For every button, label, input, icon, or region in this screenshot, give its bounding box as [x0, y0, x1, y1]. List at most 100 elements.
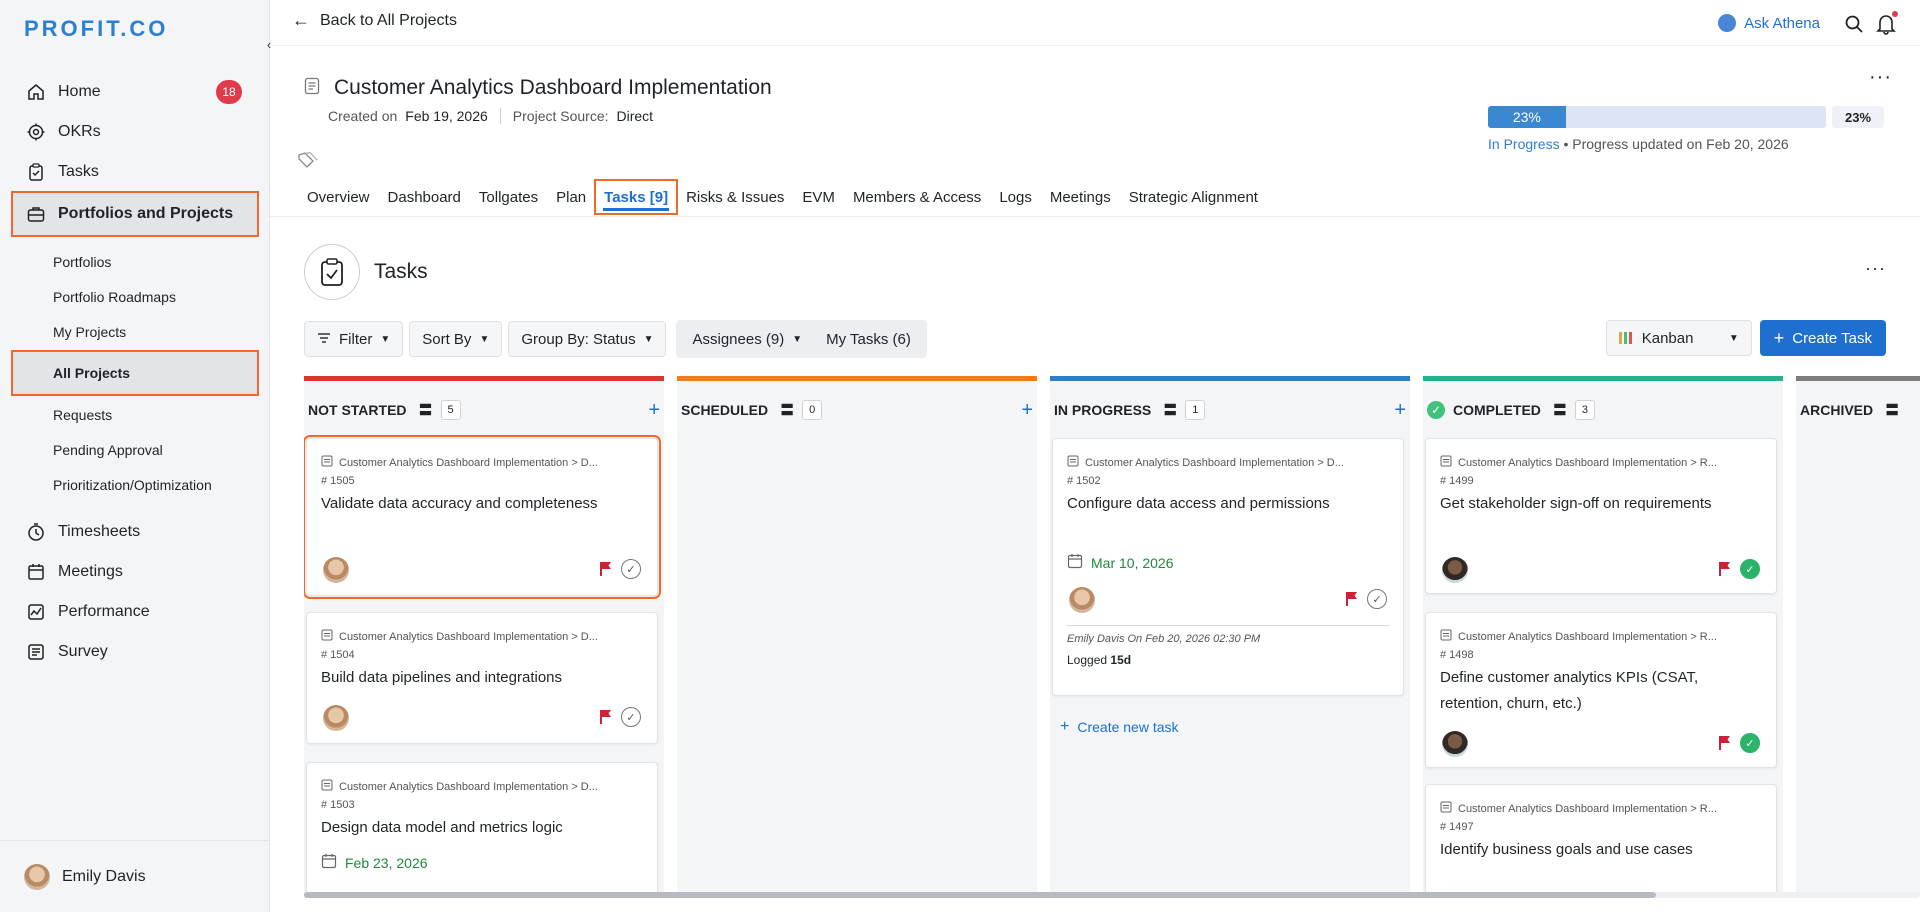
sidebar-item-okrs[interactable]: OKRs: [12, 112, 258, 152]
flag-icon[interactable]: [1718, 735, 1732, 755]
assignee-avatar[interactable]: [1442, 731, 1468, 757]
drag-handle-icon[interactable]: 〓: [1553, 400, 1567, 420]
tasks-more-icon[interactable]: ···: [1865, 258, 1886, 279]
flag-icon[interactable]: [599, 709, 613, 729]
view-label: Kanban: [1641, 329, 1694, 347]
sidebar-subitem-my-projects[interactable]: My Projects: [12, 314, 258, 349]
task-card[interactable]: Customer Analytics Dashboard Implementat…: [1425, 438, 1777, 594]
add-task-icon[interactable]: +: [648, 399, 660, 422]
completed-check-icon[interactable]: ✓: [1740, 733, 1760, 753]
task-card[interactable]: Customer Analytics Dashboard Implementat…: [306, 762, 658, 896]
task-card[interactable]: Customer Analytics Dashboard Implementat…: [304, 435, 661, 599]
kanban-icon: [1618, 332, 1632, 344]
group-by-button[interactable]: Group By: Status ▼: [508, 321, 667, 357]
my-tasks-button[interactable]: My Tasks (6): [814, 324, 923, 354]
task-number: # 1503: [321, 799, 355, 811]
tab-risks-issues[interactable]: Risks & Issues: [677, 180, 793, 214]
drag-handle-icon[interactable]: 〓: [1163, 400, 1177, 420]
completed-check-icon[interactable]: ✓: [1740, 559, 1760, 579]
sidebar-item-tasks[interactable]: Tasks: [12, 152, 258, 192]
task-path: Customer Analytics Dashboard Implementat…: [321, 455, 641, 470]
complete-check-icon[interactable]: ✓: [621, 559, 641, 579]
drag-handle-icon[interactable]: 〓: [419, 400, 433, 420]
add-task-icon[interactable]: +: [1021, 399, 1033, 422]
tab-strategic-alignment[interactable]: Strategic Alignment: [1120, 180, 1267, 214]
notification-badge: 18: [216, 80, 242, 104]
tag-icon[interactable]: [298, 151, 318, 172]
back-to-projects-link[interactable]: ← Back to All Projects: [292, 10, 457, 31]
horizontal-scrollbar[interactable]: [304, 892, 1920, 898]
complete-check-icon[interactable]: ✓: [1367, 589, 1387, 609]
task-card[interactable]: Customer Analytics Dashboard Implementat…: [306, 612, 658, 744]
assignee-avatar[interactable]: [1069, 587, 1095, 613]
tabs-divider: [270, 216, 1920, 217]
tab-plan[interactable]: Plan: [547, 180, 595, 214]
task-number: # 1505: [321, 475, 355, 487]
user-profile[interactable]: Emily Davis: [0, 840, 270, 912]
add-task-icon[interactable]: +: [1394, 399, 1406, 422]
sidebar-subitem-pending-approval[interactable]: Pending Approval: [12, 432, 258, 467]
sidebar-item-meetings[interactable]: Meetings: [12, 552, 258, 592]
sidebar-subitem-portfolios[interactable]: Portfolios: [12, 244, 258, 279]
tab-meetings[interactable]: Meetings: [1041, 180, 1120, 214]
task-title[interactable]: Validate data accuracy and completeness: [321, 491, 641, 517]
create-task-label: Create Task: [1792, 329, 1872, 347]
task-title[interactable]: Configure data access and permissions: [1067, 491, 1387, 517]
create-new-task-link[interactable]: + Create new task: [1060, 718, 1179, 736]
sidebar-subitem-all-projects[interactable]: All Projects: [11, 350, 259, 396]
project-header: Customer Analytics Dashboard Implementat…: [304, 76, 772, 100]
assignee-avatar[interactable]: [323, 705, 349, 731]
complete-check-icon[interactable]: ✓: [621, 707, 641, 727]
tab-tasks[interactable]: Tasks [9]: [594, 179, 679, 215]
task-card[interactable]: Customer Analytics Dashboard Implementat…: [1052, 438, 1404, 696]
assignee-avatar[interactable]: [323, 557, 349, 583]
search-icon[interactable]: [1844, 14, 1864, 34]
task-title[interactable]: Get stakeholder sign-off on requirements: [1440, 491, 1760, 517]
sidebar-item-performance[interactable]: Performance: [12, 592, 258, 632]
tab-dashboard[interactable]: Dashboard: [379, 180, 470, 214]
project-more-icon[interactable]: ···: [1869, 66, 1892, 89]
drag-handle-icon[interactable]: 〓: [780, 400, 794, 420]
bell-icon[interactable]: [1876, 11, 1898, 35]
task-card[interactable]: Customer Analytics Dashboard Implementat…: [1425, 612, 1777, 768]
sidebar-item-portfolios-and-projects[interactable]: Portfolios and Projects: [11, 191, 259, 237]
tab-tollgates[interactable]: Tollgates: [470, 180, 547, 214]
task-title[interactable]: Design data model and metrics logic: [321, 815, 641, 841]
drag-handle-icon[interactable]: 〓: [1885, 400, 1899, 420]
ask-athena-button[interactable]: Ask Athena: [1718, 14, 1820, 32]
assignee-avatar[interactable]: [1442, 557, 1468, 583]
task-title[interactable]: Identify business goals and use cases: [1440, 837, 1760, 863]
sidebar-item-home[interactable]: Home 18: [12, 72, 258, 112]
sidebar-subitem-requests[interactable]: Requests: [12, 397, 258, 432]
assignees-dropdown[interactable]: Assignees (9) ▼: [680, 324, 814, 354]
task-title[interactable]: Define customer analytics KPIs (CSAT, re…: [1440, 665, 1760, 717]
task-card[interactable]: Customer Analytics Dashboard Implementat…: [1425, 784, 1777, 896]
sidebar-subitem-prioritization[interactable]: Prioritization/Optimization: [12, 467, 258, 502]
create-task-button[interactable]: + Create Task: [1759, 320, 1886, 356]
column-header: IN PROGRESS 〓 1 +: [1054, 398, 1410, 422]
task-title[interactable]: Build data pipelines and integrations: [321, 665, 641, 691]
scrollbar-thumb[interactable]: [304, 892, 1656, 898]
tab-logs[interactable]: Logs: [990, 180, 1041, 214]
tab-members-access[interactable]: Members & Access: [844, 180, 990, 214]
sort-by-button[interactable]: Sort By ▼: [409, 321, 503, 357]
filter-label: Filter: [339, 330, 373, 348]
completed-check-icon: ✓: [1427, 401, 1445, 419]
view-selector[interactable]: Kanban ▼: [1605, 320, 1752, 356]
flag-icon[interactable]: [599, 561, 613, 581]
sidebar-item-survey[interactable]: Survey: [12, 632, 258, 672]
tab-overview[interactable]: Overview: [298, 180, 379, 214]
column-header: ARCHIVED 〓: [1800, 398, 1920, 422]
status-in-progress[interactable]: In Progress: [1488, 136, 1560, 152]
task-number: # 1497: [1440, 821, 1474, 833]
flag-icon[interactable]: [1345, 591, 1359, 611]
task-number: # 1504: [321, 649, 355, 661]
tab-evm[interactable]: EVM: [793, 180, 844, 214]
filter-button[interactable]: Filter ▼: [304, 321, 404, 357]
sidebar-item-timesheets[interactable]: Timesheets: [12, 512, 258, 552]
sidebar-subitem-portfolio-roadmaps[interactable]: Portfolio Roadmaps: [12, 279, 258, 314]
profitco-logo[interactable]: PROFIT.CO: [24, 16, 168, 42]
flag-icon[interactable]: [1718, 561, 1732, 581]
progress-bar: 23%: [1488, 106, 1826, 128]
source-value: Direct: [616, 108, 654, 124]
